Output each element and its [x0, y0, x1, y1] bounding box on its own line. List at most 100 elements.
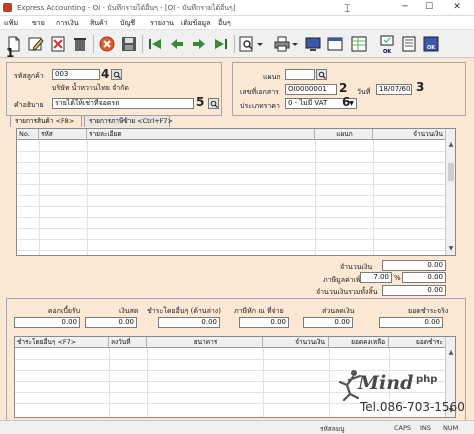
- search-button[interactable]: [237, 34, 257, 54]
- document-grid-icon: [351, 36, 367, 52]
- marker-5: 5: [196, 95, 205, 109]
- tab-tax-items[interactable]: รายการภาษีซ้าย <Ctrl+F7>: [84, 115, 173, 127]
- first-record-icon: [149, 39, 161, 49]
- status-ins: INS: [420, 424, 431, 432]
- previous-record-button[interactable]: [167, 34, 187, 54]
- cash-input[interactable]: 0.00: [85, 317, 137, 328]
- menu-setup[interactable]: เติมข้อมูล: [181, 18, 210, 29]
- document-number-input[interactable]: OI0000001: [285, 84, 337, 95]
- print-dropdown-button[interactable]: [291, 34, 299, 54]
- column-payment-amount[interactable]: จำนวนเงิน: [263, 337, 329, 348]
- delete-button[interactable]: [70, 34, 90, 54]
- marker-4: 4: [101, 67, 110, 81]
- stop-icon: [99, 36, 115, 52]
- form-area: รหัสลูกค้า 003 บริษัท น้ำหวานไทย จำกัด ค…: [0, 46, 474, 422]
- column-no[interactable]: No.: [17, 129, 39, 140]
- chevron-down-icon: [257, 43, 263, 46]
- marker-1: 1: [6, 46, 15, 60]
- toolbar: OK OK: [0, 30, 474, 58]
- confirm-close-button[interactable]: OK: [421, 34, 441, 54]
- document-view-button[interactable]: [349, 34, 369, 54]
- first-record-button[interactable]: [145, 34, 165, 54]
- stop-button[interactable]: [97, 34, 117, 54]
- form-preview-button[interactable]: [325, 34, 345, 54]
- vat-percent-sign: %: [394, 274, 401, 282]
- column-code[interactable]: รหัส: [39, 129, 87, 140]
- marker-6: 6: [342, 95, 351, 109]
- menu-inventory[interactable]: สินค้า: [90, 18, 108, 29]
- date-input[interactable]: 18/07/60: [376, 84, 412, 95]
- menu-accounts[interactable]: บัญชี: [120, 18, 135, 29]
- menu-file[interactable]: แฟ้ม: [4, 18, 18, 29]
- column-paid[interactable]: ยอดชำระ: [389, 337, 447, 348]
- approve-button[interactable]: OK: [377, 34, 397, 55]
- interest-label: ดอกเบี้ยรับ: [48, 307, 81, 315]
- column-department[interactable]: แผนก: [315, 129, 373, 140]
- arrow-right-icon: [193, 39, 205, 49]
- next-record-button[interactable]: [189, 34, 209, 54]
- customer-code-label: รหัสลูกค้า: [14, 72, 44, 80]
- customer-code-input[interactable]: 003: [52, 69, 100, 80]
- vat-rate-input[interactable]: 7.00: [360, 272, 392, 283]
- items-grid-scrollbar[interactable]: ▲ ▼: [445, 129, 455, 255]
- column-amount[interactable]: จำนวนเงิน: [373, 129, 447, 140]
- department-lookup-button[interactable]: [316, 69, 327, 80]
- search-icon: [210, 100, 218, 108]
- discount-input[interactable]: 0.00: [303, 317, 353, 328]
- other-payment-field: 0.00: [158, 317, 220, 328]
- grand-total-field: 0.00: [382, 285, 446, 296]
- window-title: Express Accounting - OI - บันทึกรายได้อื…: [17, 4, 236, 12]
- net-payment-field: 0.00: [379, 317, 443, 328]
- tab-items[interactable]: รายการสินค้า <F8>: [10, 115, 82, 127]
- search-icon: [113, 71, 121, 79]
- scroll-up-icon[interactable]: ▲: [447, 349, 455, 357]
- description-lookup-button[interactable]: [208, 98, 219, 109]
- column-description[interactable]: รายละเอียด: [87, 129, 315, 140]
- net-payment-label: ยอดชำระจริง: [408, 307, 449, 315]
- menu-others[interactable]: อื่นๆ: [218, 18, 231, 29]
- column-date[interactable]: ลงวันที่: [109, 337, 147, 348]
- price-type-value: 0 - ไม่มี VAT: [288, 99, 328, 107]
- scroll-thumb[interactable]: [448, 163, 454, 181]
- cancel-document-button[interactable]: [48, 34, 68, 54]
- withholding-tax-input[interactable]: 0.00: [239, 317, 289, 328]
- description-label: คำอธิบาย: [14, 101, 44, 109]
- screen-preview-button[interactable]: [303, 34, 323, 54]
- search-icon: [318, 71, 326, 79]
- status-bar: รหัสลมนู CAPS INS NUM: [0, 420, 474, 434]
- close-button[interactable]: ✕: [446, 1, 468, 14]
- customer-lookup-button[interactable]: [111, 69, 122, 80]
- watermark-php: php: [416, 374, 438, 385]
- document-lines-icon: [402, 36, 416, 52]
- status-num: NUM: [443, 424, 459, 432]
- edit-button[interactable]: [26, 34, 46, 54]
- marker-2: 2: [339, 81, 348, 95]
- save-button[interactable]: [119, 34, 139, 54]
- menu-finance[interactable]: การเงิน: [56, 18, 79, 29]
- print-button[interactable]: [272, 34, 292, 54]
- items-grid-header: No. รหัส รายละเอียด แผนก จำนวนเงิน: [17, 129, 455, 140]
- menu-reports[interactable]: รายงาน: [150, 18, 174, 29]
- vat-amount-field: 0.00: [402, 272, 446, 283]
- mindphp-watermark: Mind php Tel.086-703-1560: [330, 368, 470, 420]
- scroll-up-icon[interactable]: ▲: [447, 141, 455, 149]
- interest-input[interactable]: 0.00: [14, 317, 80, 328]
- edit-icon: [28, 37, 44, 51]
- column-bank[interactable]: ธนาคาร: [147, 337, 263, 348]
- department-label: แผนก: [263, 73, 281, 81]
- save-icon: [122, 37, 136, 51]
- scroll-down-icon[interactable]: ▼: [447, 245, 455, 253]
- column-payment-method[interactable]: ชำระโดยอื่นๆ <F7>: [15, 337, 109, 348]
- minimize-button[interactable]: ─: [394, 1, 416, 14]
- menu-sales[interactable]: ขาย: [32, 18, 45, 29]
- column-balance[interactable]: ยอดคงเหลือ: [329, 337, 389, 348]
- search-dropdown-button[interactable]: [256, 34, 264, 54]
- items-grid[interactable]: No. รหัส รายละเอียด แผนก จำนวนเงิน ▲ ▼: [16, 128, 456, 256]
- monitor-icon: [305, 37, 321, 51]
- description-input[interactable]: รายได้ให้เช่าที่จอดรถ: [52, 98, 194, 109]
- print-preview-button[interactable]: [399, 34, 419, 54]
- maximize-button[interactable]: ☐: [418, 1, 440, 14]
- last-record-button[interactable]: [211, 34, 231, 54]
- department-input[interactable]: [285, 69, 315, 80]
- chevron-down-icon: [292, 43, 298, 46]
